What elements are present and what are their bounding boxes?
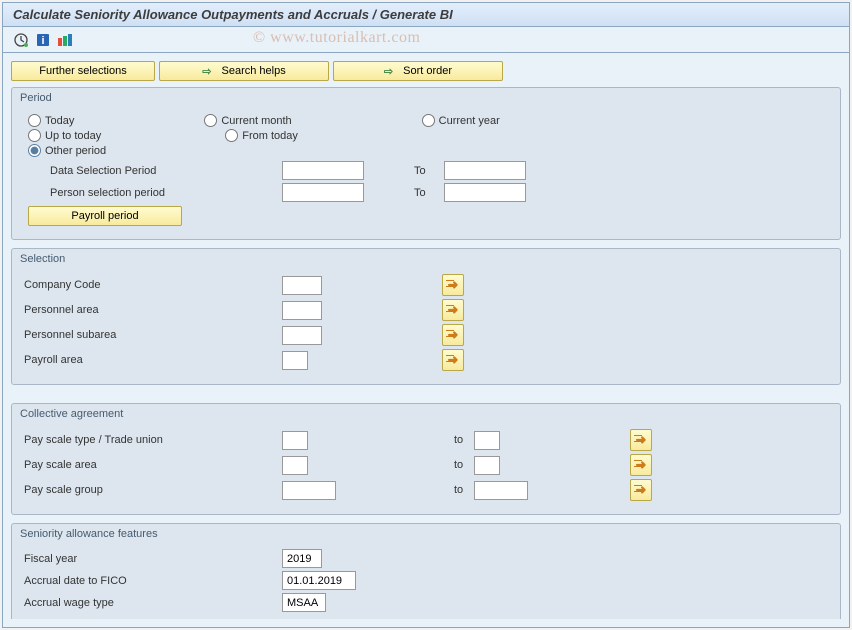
label-pay-scale-area: Pay scale area	[22, 459, 282, 471]
label-pay-scale-group: Pay scale group	[22, 484, 282, 496]
multi-select-pay-scale-type[interactable]: ➜	[630, 429, 652, 451]
arrow-icon: ➜	[448, 327, 459, 343]
top-buttons-row: Further selections ⇨ Search helps ⇨ Sort…	[11, 61, 841, 81]
arrow-icon: ➜	[448, 277, 459, 293]
radio-label: From today	[242, 130, 298, 142]
app-window: Calculate Seniority Allowance Outpayment…	[2, 2, 850, 628]
label-to: To	[414, 187, 444, 199]
radio-today[interactable]: Today	[28, 114, 74, 127]
page-title: Calculate Seniority Allowance Outpayment…	[13, 7, 453, 22]
company-code-input[interactable]	[282, 276, 322, 295]
seniority-features-group: Seniority allowance features Fiscal year…	[11, 523, 841, 619]
search-helps-button[interactable]: ⇨ Search helps	[159, 61, 329, 81]
group-title: Period	[12, 88, 840, 104]
label-personnel-area: Personnel area	[22, 304, 282, 316]
radio-from-today[interactable]: From today	[225, 129, 298, 142]
label-to: To	[414, 165, 444, 177]
label-pay-scale-type: Pay scale type / Trade union	[22, 434, 282, 446]
radio-up-to-today[interactable]: Up to today	[28, 129, 101, 142]
multi-select-payroll-area[interactable]: ➜	[442, 349, 464, 371]
button-label: Further selections	[39, 65, 126, 77]
multi-select-pay-scale-group[interactable]: ➜	[630, 479, 652, 501]
label-to: to	[454, 434, 474, 446]
multi-select-personnel-subarea[interactable]: ➜	[442, 324, 464, 346]
period-group: Period Today Current month Current year …	[11, 87, 841, 240]
payroll-period-button[interactable]: Payroll period	[28, 206, 182, 226]
personnel-area-input[interactable]	[282, 301, 322, 320]
label-payroll-area: Payroll area	[22, 354, 282, 366]
button-label: Search helps	[222, 65, 286, 77]
arrow-icon: ⇨	[384, 65, 393, 78]
pay-scale-area-from-input[interactable]	[282, 456, 308, 475]
personnel-subarea-input[interactable]	[282, 326, 322, 345]
label-to: to	[454, 484, 474, 496]
label-company-code: Company Code	[22, 279, 282, 291]
sort-order-button[interactable]: ⇨ Sort order	[333, 61, 503, 81]
variant-icon[interactable]	[57, 32, 73, 48]
arrow-icon: ➜	[636, 457, 647, 473]
collective-agreement-group: Collective agreement Pay scale type / Tr…	[11, 403, 841, 515]
accrual-date-input[interactable]	[282, 571, 356, 590]
svg-text:i: i	[41, 35, 44, 47]
arrow-icon: ➜	[636, 432, 647, 448]
group-title: Collective agreement	[12, 404, 840, 420]
radio-label: Up to today	[45, 130, 101, 142]
system-toolbar: i © www.tutorialkart.com	[3, 27, 849, 53]
arrow-icon: ➜	[448, 302, 459, 318]
label-fiscal-year: Fiscal year	[22, 553, 282, 565]
label-person-selection: Person selection period	[22, 187, 282, 199]
pay-scale-group-from-input[interactable]	[282, 481, 336, 500]
label-to: to	[454, 459, 474, 471]
group-title: Selection	[12, 249, 840, 265]
multi-select-company-code[interactable]: ➜	[442, 274, 464, 296]
label-accrual-wage: Accrual wage type	[22, 597, 282, 609]
title-bar: Calculate Seniority Allowance Outpayment…	[3, 3, 849, 27]
pay-scale-area-to-input[interactable]	[474, 456, 500, 475]
button-label: Sort order	[403, 65, 452, 77]
radio-label: Current month	[221, 115, 291, 127]
radio-current-month[interactable]: Current month	[204, 114, 291, 127]
pay-scale-group-to-input[interactable]	[474, 481, 528, 500]
execute-icon[interactable]	[13, 32, 29, 48]
arrow-icon: ⇨	[202, 65, 211, 78]
info-icon[interactable]: i	[35, 32, 51, 48]
label-data-selection: Data Selection Period	[22, 165, 282, 177]
label-accrual-date: Accrual date to FICO	[22, 575, 282, 587]
group-title: Seniority allowance features	[12, 524, 840, 540]
data-selection-from-input[interactable]	[282, 161, 364, 180]
label-personnel-subarea: Personnel subarea	[22, 329, 282, 341]
fiscal-year-input[interactable]	[282, 549, 322, 568]
radio-label: Today	[45, 115, 74, 127]
further-selections-button[interactable]: Further selections	[11, 61, 155, 81]
person-selection-to-input[interactable]	[444, 183, 526, 202]
radio-current-year[interactable]: Current year	[422, 114, 500, 127]
data-selection-to-input[interactable]	[444, 161, 526, 180]
multi-select-pay-scale-area[interactable]: ➜	[630, 454, 652, 476]
pay-scale-type-from-input[interactable]	[282, 431, 308, 450]
selection-group: Selection Company Code ➜ Personnel area …	[11, 248, 841, 385]
multi-select-personnel-area[interactable]: ➜	[442, 299, 464, 321]
arrow-icon: ➜	[448, 352, 459, 368]
radio-other-period[interactable]: Other period	[28, 144, 830, 157]
radio-label: Other period	[45, 145, 106, 157]
pay-scale-type-to-input[interactable]	[474, 431, 500, 450]
payroll-area-input[interactable]	[282, 351, 308, 370]
radio-label: Current year	[439, 115, 500, 127]
watermark-text: © www.tutorialkart.com	[253, 29, 420, 47]
accrual-wage-input[interactable]	[282, 593, 326, 612]
arrow-icon: ➜	[636, 482, 647, 498]
button-label: Payroll period	[71, 210, 138, 222]
person-selection-from-input[interactable]	[282, 183, 364, 202]
content-area: Further selections ⇨ Search helps ⇨ Sort…	[3, 53, 849, 627]
